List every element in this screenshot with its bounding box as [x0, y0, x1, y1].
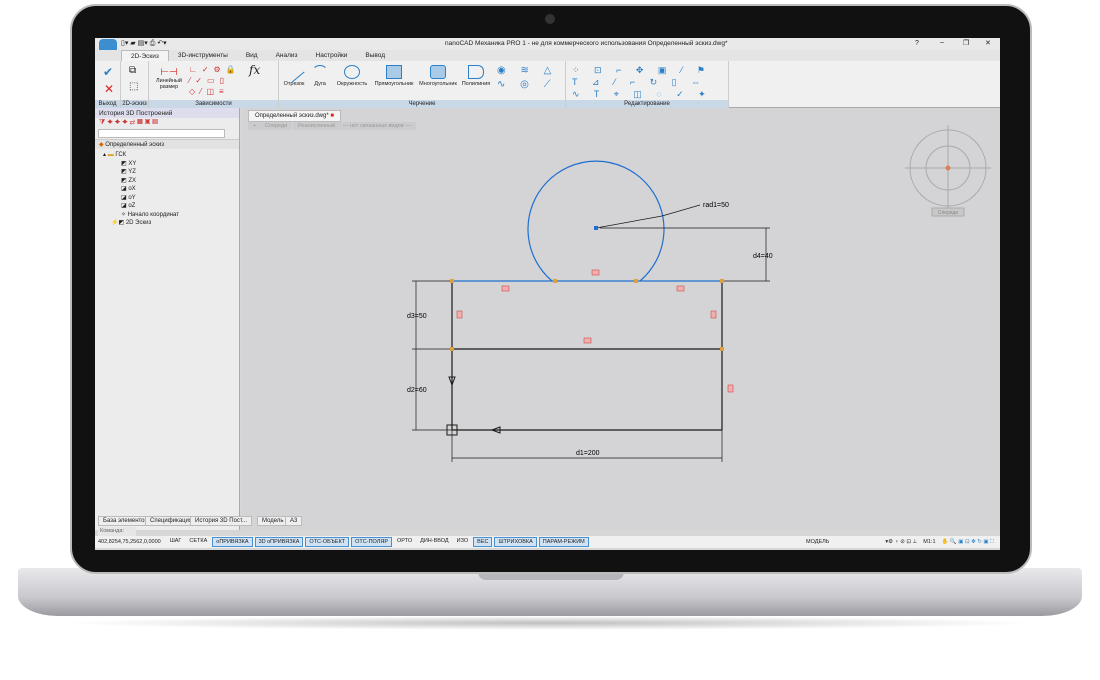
dim-d2[interactable]: d2=60 — [407, 387, 427, 394]
circle-center-point[interactable] — [594, 226, 598, 230]
dim-radius[interactable]: rad1=50 — [703, 202, 729, 209]
viewcube[interactable] — [905, 125, 991, 217]
dim-d4[interactable]: d4=40 — [753, 253, 773, 260]
dimension-lines — [412, 204, 770, 462]
dim-d1[interactable]: d1=200 — [576, 450, 600, 457]
circle-arc[interactable] — [527, 160, 665, 282]
sketch-drawing: Спереди rad1=50 d4=40 d3=50 d2=60 d1=200 — [407, 125, 991, 462]
viewcube-label: Спереди — [938, 210, 958, 216]
constraint-markers[interactable] — [456, 269, 734, 393]
dim-d3[interactable]: d3=50 — [407, 313, 427, 320]
